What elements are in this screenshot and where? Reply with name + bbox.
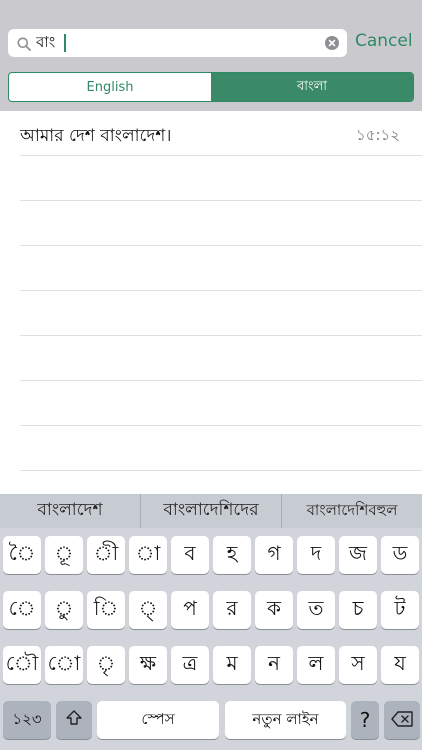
language-segmented-control: English বাংলা <box>8 72 414 102</box>
key[interactable]: ম <box>213 646 251 684</box>
key[interactable]: ব <box>171 536 209 574</box>
key[interactable]: ড <box>381 536 419 574</box>
key[interactable]: স <box>339 646 377 684</box>
key[interactable]: ূ <box>45 536 83 574</box>
backspace-icon <box>391 708 413 732</box>
numbers-key[interactable]: ১২৩ <box>3 701 51 739</box>
result-list: আমার দেশ বাংলাদেশ। ১৫:১২ <box>0 111 422 494</box>
key[interactable]: ৌ <box>3 646 41 684</box>
key[interactable]: ল <box>297 646 335 684</box>
key[interactable]: ো <box>45 646 83 684</box>
key[interactable]: ট <box>381 591 419 629</box>
key[interactable]: ৃ <box>87 646 125 684</box>
app-screen: Cancel English বাংলা আমার দেশ বাংলাদেশ। … <box>0 0 422 750</box>
suggestion-bar: বাংলাদেশ বাংলাদেশিদের বাংলাদেশিবহুল <box>0 494 422 528</box>
text-caret <box>64 34 66 52</box>
search-icon <box>17 36 31 51</box>
empty-row <box>20 246 422 291</box>
cancel-button[interactable]: Cancel <box>355 31 413 51</box>
space-key[interactable]: স্পেস <box>97 701 219 739</box>
segment-bangla[interactable]: বাংলা <box>211 73 413 101</box>
key[interactable]: গ <box>255 536 293 574</box>
key[interactable]: দ <box>297 536 335 574</box>
keyboard: ৈ ূ ী া ব হ গ দ জ ড ে ু ি ্ প র ক ত চ ট … <box>0 528 422 750</box>
key[interactable]: র <box>213 591 251 629</box>
backspace-key[interactable] <box>384 701 420 739</box>
key[interactable]: ত <box>297 591 335 629</box>
newline-key[interactable]: নতুন লাইন <box>225 701 346 739</box>
question-key[interactable]: ? <box>351 701 379 739</box>
key[interactable]: য <box>381 646 419 684</box>
key[interactable]: ন <box>255 646 293 684</box>
suggestion-item[interactable]: বাংলাদেশ <box>0 494 141 528</box>
list-item[interactable]: আমার দেশ বাংলাদেশ। ১৫:১২ <box>20 111 422 156</box>
key[interactable]: ক <box>255 591 293 629</box>
shift-icon <box>65 708 83 732</box>
result-time: ১৫:১২ <box>355 126 400 144</box>
result-text: আমার দেশ বাংলাদেশ। <box>20 126 172 146</box>
search-input[interactable] <box>36 32 321 54</box>
suggestion-item[interactable]: বাংলাদেশিবহুল <box>282 494 422 528</box>
key[interactable]: জ <box>339 536 377 574</box>
key[interactable]: ক্ষ <box>129 646 167 684</box>
empty-row <box>20 201 422 246</box>
key[interactable]: ি <box>87 591 125 629</box>
key[interactable]: চ <box>339 591 377 629</box>
key[interactable]: ে <box>3 591 41 629</box>
key[interactable]: ু <box>45 591 83 629</box>
empty-row <box>20 291 422 336</box>
key[interactable]: ত্র <box>171 646 209 684</box>
suggestion-item[interactable]: বাংলাদেশিদের <box>141 494 282 528</box>
search-header: Cancel English বাংলা <box>0 0 422 111</box>
key[interactable]: হ <box>213 536 251 574</box>
empty-row <box>20 336 422 381</box>
clear-search-icon[interactable] <box>325 36 339 50</box>
key[interactable]: ্ <box>129 591 167 629</box>
shift-key[interactable] <box>56 701 92 739</box>
search-box[interactable] <box>8 29 347 57</box>
empty-row <box>20 426 422 471</box>
key[interactable]: ী <box>87 536 125 574</box>
key[interactable]: প <box>171 591 209 629</box>
segment-english[interactable]: English <box>9 73 211 101</box>
key[interactable]: ৈ <box>3 536 41 574</box>
empty-row <box>20 381 422 426</box>
key[interactable]: া <box>129 536 167 574</box>
empty-row <box>20 156 422 201</box>
